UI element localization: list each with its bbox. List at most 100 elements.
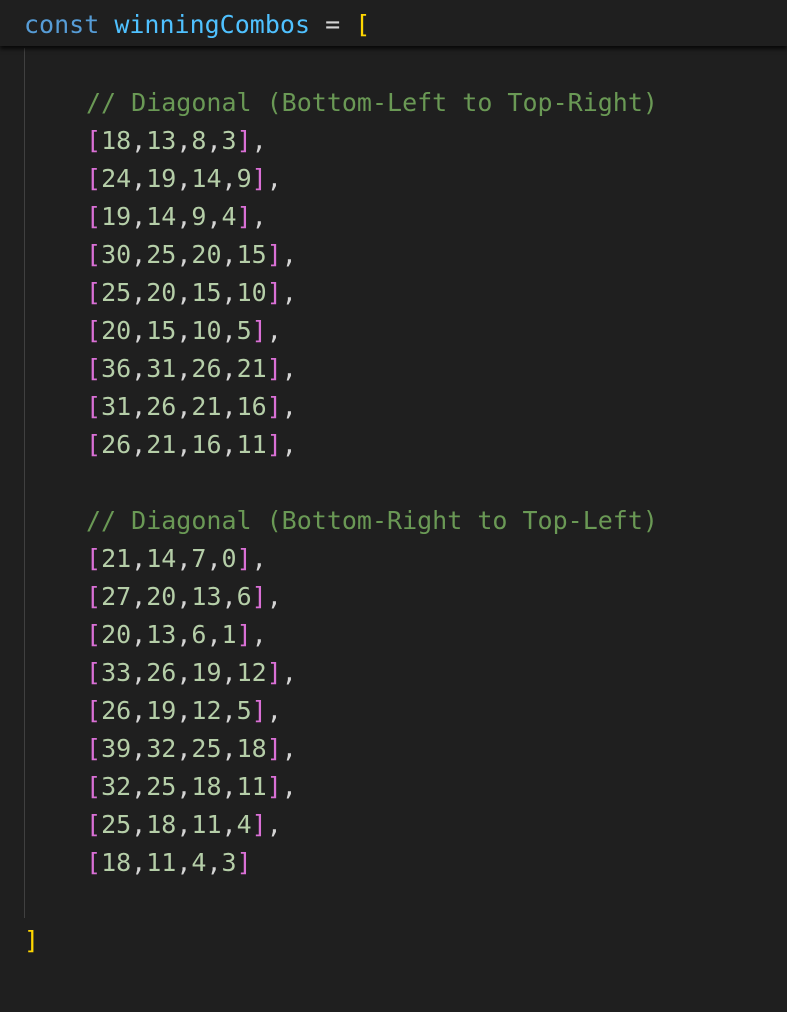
comma: , xyxy=(206,544,222,573)
inner-open-bracket: [ xyxy=(86,240,102,269)
inner-open-bracket: [ xyxy=(86,354,102,383)
trailing-comma: , xyxy=(281,240,297,269)
combo-row: [18,11,4,3] xyxy=(86,844,252,882)
cell-number: 3 xyxy=(221,848,237,877)
cell-number: 8 xyxy=(191,126,207,155)
comma: , xyxy=(131,658,147,687)
indent-guide xyxy=(24,48,25,918)
cell-number: 26 xyxy=(146,392,177,421)
comma: , xyxy=(176,354,192,383)
combo-row: [30,25,20,15], xyxy=(86,236,297,274)
inner-close-bracket: ] xyxy=(236,202,252,231)
comma: , xyxy=(176,848,192,877)
variable-name: winningCombos xyxy=(114,10,310,39)
comma: , xyxy=(176,164,192,193)
trailing-comma: , xyxy=(281,278,297,307)
comma: , xyxy=(176,392,192,421)
trailing-comma: , xyxy=(266,582,282,611)
combo-row: [31,26,21,16], xyxy=(86,388,297,426)
cell-number: 12 xyxy=(236,658,267,687)
combo-row: [26,21,16,11], xyxy=(86,426,297,464)
inner-close-bracket: ] xyxy=(251,316,267,345)
cell-number: 14 xyxy=(146,544,177,573)
cell-number: 4 xyxy=(236,810,252,839)
cell-number: 6 xyxy=(236,582,252,611)
comma: , xyxy=(131,392,147,421)
cell-number: 36 xyxy=(101,354,132,383)
cell-number: 18 xyxy=(191,772,222,801)
trailing-comma: , xyxy=(266,696,282,725)
combo-row: [21,14,7,0], xyxy=(86,540,267,578)
comma: , xyxy=(176,582,192,611)
cell-number: 4 xyxy=(191,848,207,877)
comma: , xyxy=(131,354,147,383)
cell-number: 9 xyxy=(191,202,207,231)
comma: , xyxy=(131,544,147,573)
cell-number: 25 xyxy=(101,810,132,839)
cell-number: 27 xyxy=(101,582,132,611)
inner-open-bracket: [ xyxy=(86,316,102,345)
cell-number: 15 xyxy=(191,278,222,307)
trailing-comma: , xyxy=(251,126,267,155)
cell-number: 10 xyxy=(236,278,267,307)
assignment-operator: = xyxy=(325,10,341,39)
sticky-scroll-header[interactable]: const winningCombos = [ xyxy=(0,0,787,46)
comma: , xyxy=(176,696,192,725)
inner-open-bracket: [ xyxy=(86,848,102,877)
comma: , xyxy=(206,620,222,649)
cell-number: 32 xyxy=(146,734,177,763)
cell-number: 14 xyxy=(146,202,177,231)
inner-open-bracket: [ xyxy=(86,164,102,193)
trailing-comma: , xyxy=(251,620,267,649)
inner-open-bracket: [ xyxy=(86,392,102,421)
cell-number: 16 xyxy=(191,430,222,459)
cell-number: 26 xyxy=(191,354,222,383)
combo-row: [32,25,18,11], xyxy=(86,768,297,806)
inner-open-bracket: [ xyxy=(86,126,102,155)
cell-number: 18 xyxy=(146,810,177,839)
cell-number: 14 xyxy=(191,164,222,193)
cell-number: 26 xyxy=(101,696,132,725)
trailing-comma: , xyxy=(281,658,297,687)
inner-open-bracket: [ xyxy=(86,658,102,687)
cell-number: 7 xyxy=(191,544,207,573)
comma: , xyxy=(176,316,192,345)
cell-number: 31 xyxy=(101,392,132,421)
inner-close-bracket: ] xyxy=(236,544,252,573)
cell-number: 11 xyxy=(236,430,267,459)
const-keyword: const xyxy=(24,10,100,39)
comma: , xyxy=(176,734,192,763)
cell-number: 12 xyxy=(191,696,222,725)
cell-number: 26 xyxy=(101,430,132,459)
comma: , xyxy=(131,696,147,725)
cell-number: 13 xyxy=(191,582,222,611)
comma: , xyxy=(131,430,147,459)
comma: , xyxy=(176,278,192,307)
cell-number: 19 xyxy=(101,202,132,231)
comma: , xyxy=(221,392,237,421)
combo-row: [33,26,19,12], xyxy=(86,654,297,692)
combo-row: [39,32,25,18], xyxy=(86,730,297,768)
cell-number: 19 xyxy=(191,658,222,687)
comma: , xyxy=(131,164,147,193)
inner-open-bracket: [ xyxy=(86,582,102,611)
cell-number: 21 xyxy=(146,430,177,459)
inner-close-bracket: ] xyxy=(266,430,282,459)
cell-number: 19 xyxy=(146,696,177,725)
inner-close-bracket: ] xyxy=(251,164,267,193)
trailing-comma: , xyxy=(266,810,282,839)
comma: , xyxy=(221,164,237,193)
comma: , xyxy=(176,620,192,649)
cell-number: 1 xyxy=(221,620,237,649)
comma: , xyxy=(206,126,222,155)
code-editor[interactable]: const winningCombos = [ // Diagonal (Bot… xyxy=(0,0,787,1012)
cell-number: 11 xyxy=(146,848,177,877)
trailing-comma: , xyxy=(251,202,267,231)
inner-close-bracket: ] xyxy=(251,810,267,839)
comma: , xyxy=(176,658,192,687)
inner-close-bracket: ] xyxy=(236,620,252,649)
inner-open-bracket: [ xyxy=(86,810,102,839)
trailing-comma: , xyxy=(281,772,297,801)
cell-number: 15 xyxy=(236,240,267,269)
inner-open-bracket: [ xyxy=(86,202,102,231)
